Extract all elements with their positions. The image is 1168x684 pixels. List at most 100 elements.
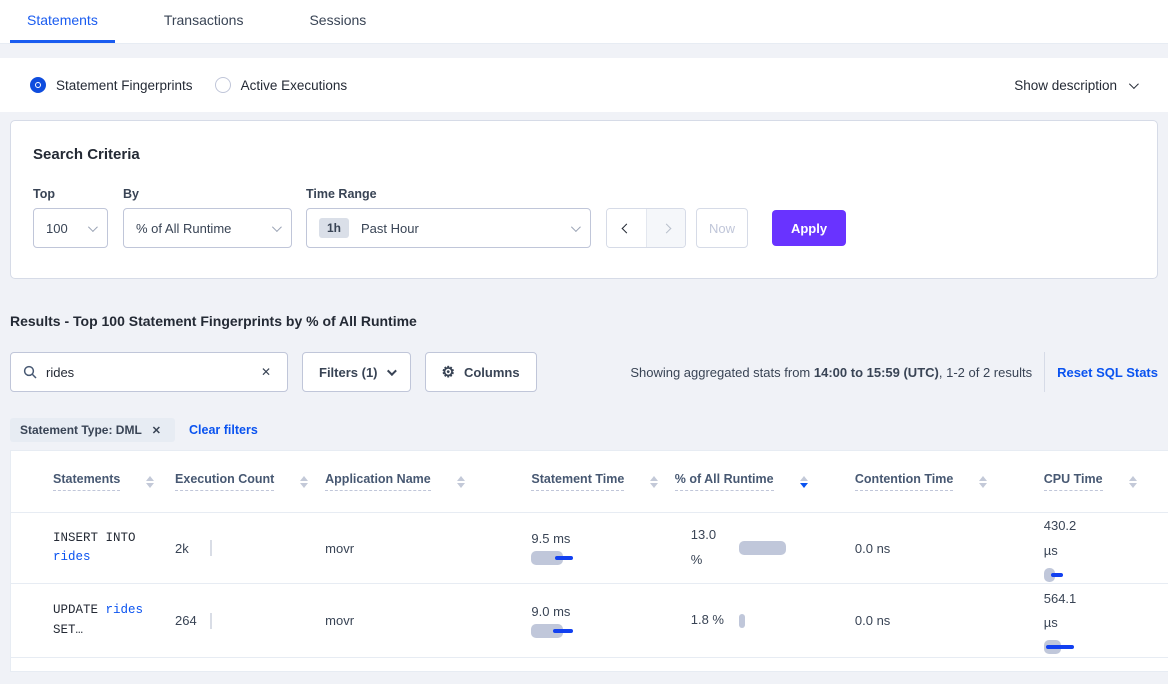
time-range-select[interactable]: 1h Past Hour: [306, 208, 591, 248]
clear-filters-link[interactable]: Clear filters: [189, 423, 258, 437]
top-field: Top 100: [33, 187, 123, 248]
column-header-statements[interactable]: Statements: [53, 472, 175, 491]
percent-runtime-cell: 1.8 %: [675, 608, 855, 633]
radio-label: Active Executions: [241, 78, 348, 93]
cpu-time-value: 430.2 µs: [1044, 514, 1088, 562]
radio-selected-icon: [30, 77, 46, 93]
tab-transactions[interactable]: Transactions: [147, 0, 261, 43]
column-header-statement-time[interactable]: Statement Time: [531, 472, 674, 491]
sort-icon[interactable]: [457, 476, 465, 488]
percent-runtime-bar: [739, 614, 789, 628]
columns-button[interactable]: ⚙ Columns: [425, 352, 537, 392]
statement-cell: UPDATE rides SET…: [53, 601, 175, 640]
statement-time-cell: 9.5 ms: [531, 531, 674, 565]
next-time-window-button[interactable]: [646, 209, 685, 247]
application-name-value: movr: [325, 541, 354, 556]
apply-button[interactable]: Apply: [772, 210, 846, 246]
contention-time-value: 0.0 ns: [855, 613, 890, 628]
time-window-pager: [606, 208, 686, 248]
reset-sql-stats-link[interactable]: Reset SQL Stats: [1057, 365, 1158, 380]
execution-count-value: 2k: [175, 541, 189, 556]
show-description-toggle[interactable]: Show description: [1014, 78, 1136, 93]
column-header-label: % of All Runtime: [675, 472, 774, 491]
top-label: Top: [33, 187, 123, 201]
statement-text: INSERT INTO: [53, 531, 136, 545]
sort-icon[interactable]: [1129, 476, 1137, 488]
statement-cell: INSERT INTO rides: [53, 529, 175, 568]
application-name-cell: movr: [325, 541, 531, 556]
statement-link[interactable]: rides: [106, 603, 144, 617]
now-button[interactable]: Now: [696, 208, 748, 248]
sort-icon[interactable]: [300, 476, 308, 488]
search-criteria-title: Search Criteria: [33, 146, 1135, 163]
execution-count-cell: 2k: [175, 513, 325, 583]
chevron-right-icon: [661, 223, 671, 233]
statement-link[interactable]: rides: [53, 550, 91, 564]
filter-chip-label: Statement Type: DML: [20, 423, 142, 437]
search-criteria-card: Search Criteria Top 100 By % of All Runt…: [10, 120, 1158, 279]
sort-icon[interactable]: [979, 476, 987, 488]
chevron-down-icon: [1129, 79, 1139, 89]
statement-time-value: 9.0 ms: [531, 604, 570, 619]
application-name-cell: movr: [325, 613, 531, 628]
toolbar-divider: [1044, 352, 1045, 392]
column-header-cpu-time[interactable]: CPU Time: [1044, 472, 1168, 491]
statement-search-box: ✕: [10, 352, 288, 392]
by-select[interactable]: % of All Runtime: [123, 208, 292, 248]
clear-search-icon[interactable]: ✕: [257, 363, 275, 381]
statement-time-bar: [531, 551, 579, 565]
column-header-label: Statement Time: [531, 472, 624, 491]
radio-active-executions[interactable]: Active Executions: [215, 77, 348, 93]
statement-text: SET…: [53, 623, 83, 637]
percent-runtime-cell: 13.0 %: [675, 523, 855, 572]
statements-table: Statements Execution Count Application N…: [10, 450, 1168, 672]
column-header-label: Execution Count: [175, 472, 274, 491]
table-row: INSERT INTO rides 2k movr 9.5 ms 13.0 %: [11, 513, 1168, 584]
column-header-percent-of-all-runtime[interactable]: % of All Runtime: [675, 472, 855, 491]
sort-icon[interactable]: [650, 476, 658, 488]
show-description-label: Show description: [1014, 78, 1117, 93]
contention-time-cell: 0.0 ns: [855, 613, 1044, 628]
cpu-time-bar: [1044, 568, 1084, 582]
search-icon: [23, 365, 37, 379]
sort-icon[interactable]: [146, 476, 154, 488]
time-range-value: Past Hour: [361, 221, 419, 236]
column-header-label: Application Name: [325, 472, 431, 491]
tab-sessions[interactable]: Sessions: [292, 0, 383, 43]
radio-label: Statement Fingerprints: [56, 78, 193, 93]
by-label: By: [123, 187, 306, 201]
filters-label: Filters (1): [319, 365, 378, 380]
column-header-contention-time[interactable]: Contention Time: [855, 472, 1044, 491]
column-header-execution-count[interactable]: Execution Count: [175, 472, 325, 491]
column-header-label: CPU Time: [1044, 472, 1103, 491]
chevron-down-icon: [88, 222, 98, 232]
chevron-down-icon: [386, 366, 396, 376]
time-range-field: Time Range 1h Past Hour: [306, 187, 606, 248]
by-select-value: % of All Runtime: [136, 221, 231, 236]
contention-time-value: 0.0 ns: [855, 541, 890, 556]
filter-chip-statement-type[interactable]: Statement Type: DML ✕: [10, 418, 175, 442]
time-range-badge: 1h: [319, 218, 349, 238]
results-summary: Showing aggregated stats from 14:00 to 1…: [630, 365, 1032, 380]
tab-statements[interactable]: Statements: [10, 0, 115, 43]
sort-icon-active-desc[interactable]: [800, 476, 808, 488]
chevron-left-icon: [622, 223, 632, 233]
columns-label: Columns: [464, 365, 520, 380]
contention-time-cell: 0.0 ns: [855, 541, 1044, 556]
filters-button[interactable]: Filters (1): [302, 352, 411, 392]
previous-time-window-button[interactable]: [607, 209, 646, 247]
radio-statement-fingerprints[interactable]: Statement Fingerprints: [30, 77, 193, 93]
execution-count-value: 264: [175, 613, 197, 628]
time-range-label: Time Range: [306, 187, 606, 201]
top-select[interactable]: 100: [33, 208, 108, 248]
remove-filter-icon[interactable]: ✕: [148, 422, 165, 439]
statement-time-value: 9.5 ms: [531, 531, 570, 546]
active-filters-row: Statement Type: DML ✕ Clear filters: [10, 418, 1158, 442]
results-toolbar: ✕ Filters (1) ⚙ Columns Showing aggregat…: [10, 352, 1158, 392]
percent-runtime-value: 1.8 %: [691, 608, 731, 633]
summary-suffix: , 1-2 of 2 results: [939, 365, 1032, 380]
search-input[interactable]: [46, 365, 257, 380]
sql-activity-tabs: Statements Transactions Sessions: [0, 0, 1168, 44]
column-header-application-name[interactable]: Application Name: [325, 472, 531, 491]
chevron-down-icon: [571, 222, 581, 232]
